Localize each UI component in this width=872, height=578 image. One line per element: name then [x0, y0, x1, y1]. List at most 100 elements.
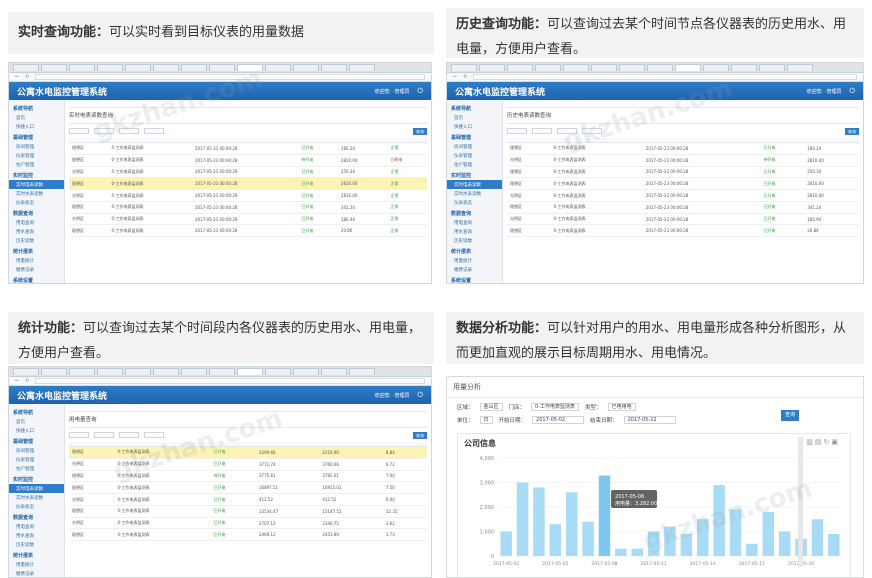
- bar[interactable]: [697, 519, 709, 556]
- sidebar-item[interactable]: 用电查询: [9, 522, 64, 531]
- table-row[interactable]: 理想区 0-工作电表监测表 已开电 16897.51 16915.01 7.50: [69, 481, 427, 495]
- browser-tab[interactable]: [41, 368, 67, 375]
- browser-tab[interactable]: [591, 64, 617, 71]
- reload-icon[interactable]: ↻: [463, 74, 467, 80]
- browser-tab[interactable]: [451, 64, 477, 71]
- bar[interactable]: [615, 548, 627, 556]
- browser-tab[interactable]: [97, 64, 123, 71]
- filter-select[interactable]: [582, 128, 602, 134]
- browser-tab[interactable]: [181, 368, 207, 375]
- page-tab[interactable]: ·: [579, 101, 580, 106]
- bar[interactable]: [762, 511, 775, 556]
- page-tab[interactable]: ·: [567, 101, 568, 106]
- table-row[interactable]: 理想区 0-工作电表监测表 已开电 2469.12 2453.89 1.73: [69, 528, 427, 542]
- bar[interactable]: [811, 519, 824, 556]
- table-row[interactable]: 理想区 0-工作电表监测表 2017-05-23 00:00:28 已开电 341.24…: [69, 201, 427, 214]
- sidebar-item[interactable]: 历史读数: [9, 236, 64, 245]
- table-row[interactable]: 光明区 0-工作电表监测表 2017-05-23 00:00:28 已开电 250.34…: [69, 166, 427, 179]
- table-row[interactable]: 理想区 0-工作电表监测表 2017-05-23 00:00:28 已开电 20.86 正…: [69, 224, 427, 238]
- sidebar-item[interactable]: 住户管理: [9, 464, 64, 473]
- sidebar-item[interactable]: 实时水表读数: [447, 189, 502, 198]
- browser-tab[interactable]: [507, 64, 533, 71]
- filter-select[interactable]: [119, 128, 139, 134]
- table-row[interactable]: 理想区 0-工作电表监测表 2017-05-23 00:00:28 已开电 20.86: [507, 224, 859, 238]
- sidebar-item[interactable]: 实时电表读数: [9, 180, 64, 189]
- power-icon[interactable]: ⏻: [417, 391, 423, 400]
- browser-tab[interactable]: [619, 64, 645, 71]
- sidebar-item[interactable]: 用水查询: [9, 531, 64, 540]
- table-row[interactable]: 光明区 0-工作电表监测表 2017-05-23 00:00:28 已开电 180.94: [507, 213, 859, 226]
- sidebar-item[interactable]: 用水查询: [447, 227, 502, 236]
- sidebar-item[interactable]: 首页: [9, 417, 64, 426]
- sidebar-item[interactable]: 用量统计: [9, 560, 64, 569]
- sidebar-item[interactable]: 仪表管理: [9, 455, 64, 464]
- page-tab[interactable]: ·: [522, 101, 523, 106]
- table-row[interactable]: 理想区 0-工作电表监测表 已开电 13534.47 15147.52 12.35: [69, 505, 427, 518]
- bar[interactable]: [647, 531, 660, 557]
- sidebar-item[interactable]: 首页: [9, 113, 64, 122]
- building-select[interactable]: 0-工作电表监测表: [531, 403, 580, 411]
- sidebar-item[interactable]: 实时电表读数: [9, 484, 64, 493]
- sidebar-item[interactable]: 快捷入口: [447, 122, 502, 131]
- page-tab[interactable]: ·: [556, 101, 557, 106]
- browser-tab[interactable]: [703, 64, 729, 71]
- filter-select[interactable]: [557, 128, 577, 134]
- table-row[interactable]: 理想区 0-工作电表监测表 2017-05-23 00:00:28 待开电 2810.0…: [69, 154, 427, 167]
- page-tab[interactable]: ·: [129, 405, 130, 410]
- sidebar-item[interactable]: 仪表管理: [447, 151, 502, 160]
- page-tab[interactable]: ·: [141, 101, 142, 106]
- browser-tab[interactable]: [349, 368, 375, 375]
- sidebar-item[interactable]: 房间管理: [9, 446, 64, 455]
- sidebar-item[interactable]: 历史读数: [9, 540, 64, 549]
- sidebar-item[interactable]: 住户管理: [9, 160, 64, 169]
- bar[interactable]: [828, 533, 840, 556]
- page-tab[interactable]: ·: [118, 405, 119, 410]
- sidebar-item[interactable]: 用量统计: [9, 256, 64, 265]
- browser-tab[interactable]: [349, 64, 375, 71]
- browser-tab[interactable]: [181, 64, 207, 71]
- filter-select[interactable]: [119, 432, 139, 438]
- browser-tab[interactable]: [69, 368, 95, 375]
- table-row[interactable]: 光明区 0-工作电表监测表 2017-05-23 00:00:28 已开电 180.94…: [69, 213, 427, 226]
- bar[interactable]: [516, 482, 529, 557]
- url-field[interactable]: [473, 74, 857, 80]
- table-row[interactable]: 理想区 0-工作电表监测表 已开电 2299.66 2216.90 8.84: [69, 446, 427, 459]
- table-row[interactable]: 光明区 0-工作电表监测表 已开电 2707.13 2340.75 3.62: [69, 517, 427, 530]
- browser-tab[interactable]: [759, 64, 785, 71]
- page-tab[interactable]: ·: [118, 101, 119, 106]
- query-button[interactable]: 查询: [845, 127, 859, 135]
- browser-tab[interactable]: [675, 64, 701, 71]
- page-tab[interactable]: ·: [107, 405, 108, 410]
- browser-tab[interactable]: [265, 368, 291, 375]
- bar[interactable]: [713, 484, 725, 556]
- sidebar-item[interactable]: 实时电表读数: [447, 180, 502, 189]
- filter-select[interactable]: [532, 128, 552, 134]
- page-tab[interactable]: ·: [534, 101, 535, 106]
- sidebar-item[interactable]: 用量统计: [447, 256, 502, 265]
- page-tab[interactable]: ·: [511, 101, 512, 106]
- table-row[interactable]: 光明区 0-工作电表监测表 已开电 412.52 412.52 0.00: [69, 493, 427, 506]
- sidebar-item[interactable]: 缴费记录: [9, 265, 64, 274]
- bar[interactable]: [598, 475, 611, 556]
- browser-tab[interactable]: [237, 64, 263, 71]
- sidebar-item[interactable]: 仪表状态: [9, 502, 64, 511]
- table-row[interactable]: 理想区 0-工作电表监测表 待开电 3775.61 3782.61 7.00: [69, 470, 427, 483]
- sidebar-item[interactable]: 用水查询: [9, 227, 64, 236]
- bar[interactable]: [565, 492, 578, 556]
- sidebar-item[interactable]: 缴费记录: [9, 569, 64, 577]
- browser-tab[interactable]: [321, 368, 347, 375]
- page-tab[interactable]: ·: [96, 101, 97, 106]
- filter-select[interactable]: [507, 128, 527, 134]
- query-button[interactable]: 查询: [413, 127, 427, 135]
- browser-tab[interactable]: [209, 368, 235, 375]
- query-button[interactable]: 查询: [413, 431, 427, 439]
- type-select[interactable]: 已电用电: [607, 403, 636, 411]
- sidebar-item[interactable]: 用电查询: [447, 218, 502, 227]
- sidebar-item[interactable]: 实时水表读数: [9, 493, 64, 502]
- table-row[interactable]: 理想区 0-工作电表监测表 2017-05-23 00:00:28 已开电 180.24…: [69, 142, 427, 155]
- bar[interactable]: [549, 524, 562, 556]
- browser-tab[interactable]: [563, 64, 589, 71]
- page-tab[interactable]: ·: [73, 405, 74, 410]
- sidebar-item[interactable]: 仪表管理: [9, 151, 64, 160]
- filter-select[interactable]: [144, 128, 164, 134]
